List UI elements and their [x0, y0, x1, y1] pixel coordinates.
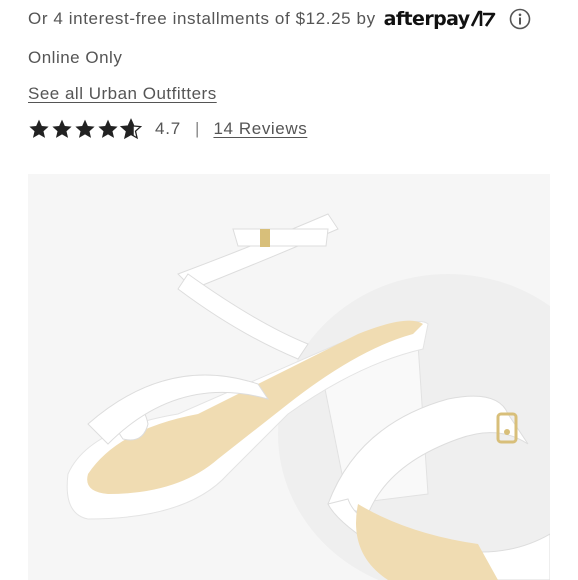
product-image[interactable] — [28, 174, 550, 580]
rating-value: 4.7 — [155, 119, 182, 138]
afterpay-arrows-icon — [470, 10, 495, 27]
reviews-link[interactable]: 14 Reviews — [213, 119, 307, 139]
star-full-icon — [29, 119, 49, 138]
see-all-brand-link[interactable]: See all Urban Outfitters — [28, 84, 217, 104]
afterpay-logo: afterpay — [384, 8, 496, 30]
star-partial-icon — [120, 118, 142, 140]
availability-label: Online Only — [28, 48, 123, 67]
rating-separator: | — [195, 119, 200, 138]
afterpay-wordmark: afterpay — [383, 8, 470, 30]
star-rating — [28, 118, 143, 140]
sandals-illustration — [28, 174, 550, 580]
star-full-icon — [98, 119, 118, 138]
installments-line: Or 4 interest-free installments of $12.2… — [28, 8, 531, 30]
installments-text: Or 4 interest-free installments of $12.2… — [28, 9, 376, 28]
info-icon[interactable] — [509, 8, 531, 30]
rating-row: 4.7 | 14 Reviews — [28, 118, 307, 140]
star-full-icon — [52, 119, 72, 138]
star-full-icon — [75, 119, 95, 138]
